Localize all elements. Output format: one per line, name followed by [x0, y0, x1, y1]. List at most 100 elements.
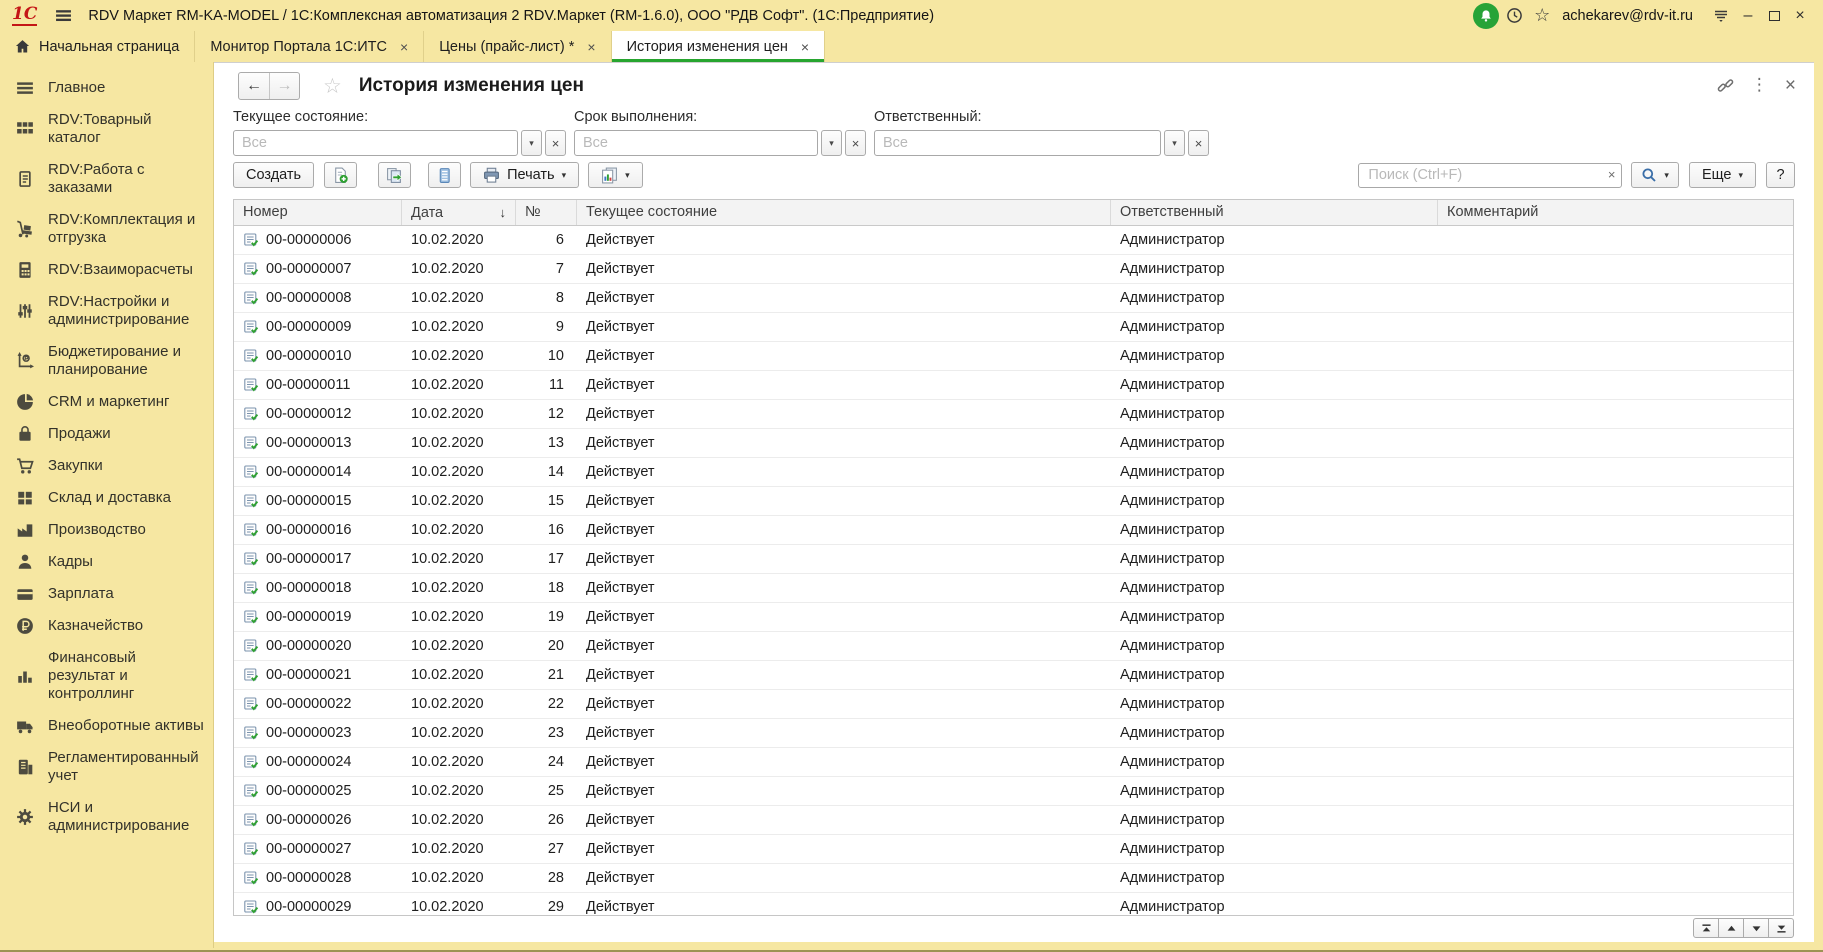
current-state-input[interactable]	[233, 130, 518, 156]
print-button[interactable]: Печать ▾	[470, 162, 579, 188]
table-row[interactable]: 00-00000020 10.02.2020 20 Действует Адми…	[234, 632, 1793, 661]
table-row[interactable]: 00-00000016 10.02.2020 16 Действует Адми…	[234, 516, 1793, 545]
document-check-icon	[243, 580, 259, 596]
table-row[interactable]: 00-00000009 10.02.2020 9 Действует Админ…	[234, 313, 1793, 342]
table-row[interactable]: 00-00000018 10.02.2020 18 Действует Адми…	[234, 574, 1793, 603]
tab-price-history[interactable]: История изменения цен ×	[612, 31, 826, 62]
sidebar-item[interactable]: Регламентированный учет	[0, 742, 213, 792]
table-row[interactable]: 00-00000015 10.02.2020 15 Действует Адми…	[234, 487, 1793, 516]
row-responsible: Администратор	[1111, 580, 1438, 596]
caret-down-icon: ▾	[1738, 170, 1743, 181]
table-row[interactable]: 00-00000008 10.02.2020 8 Действует Админ…	[234, 284, 1793, 313]
tab-prices[interactable]: Цены (прайс-лист) * ×	[424, 31, 611, 62]
more-menu-icon[interactable]: ⋮	[1751, 75, 1768, 95]
sidebar-item[interactable]: RDV:Комплектация и отгрузка	[0, 204, 213, 254]
scroll-to-top-button[interactable]	[1693, 918, 1719, 938]
back-button[interactable]: ←	[239, 73, 269, 99]
column-header-responsible[interactable]: Ответственный	[1111, 200, 1438, 225]
sidebar-item[interactable]: Продажи	[0, 418, 213, 450]
table-row[interactable]: 00-00000011 10.02.2020 11 Действует Адми…	[234, 371, 1793, 400]
sidebar-item[interactable]: RDV:Настройки и администрирование	[0, 286, 213, 336]
minimize-button[interactable]: –	[1735, 3, 1761, 29]
create-button[interactable]: Создать	[233, 162, 314, 188]
list-settings-button[interactable]	[428, 162, 461, 188]
sidebar-item[interactable]: Внеоборотные активы	[0, 710, 213, 742]
table-row[interactable]: 00-00000021 10.02.2020 21 Действует Адми…	[234, 661, 1793, 690]
forward-button[interactable]: →	[269, 73, 299, 99]
table-row[interactable]: 00-00000023 10.02.2020 23 Действует Адми…	[234, 719, 1793, 748]
reports-button[interactable]: ▾	[588, 162, 643, 188]
scroll-down-button[interactable]	[1743, 918, 1769, 938]
table-row[interactable]: 00-00000025 10.02.2020 25 Действует Адми…	[234, 777, 1793, 806]
clear-button[interactable]: ×	[545, 130, 566, 156]
table-row[interactable]: 00-00000010 10.02.2020 10 Действует Адми…	[234, 342, 1793, 371]
column-header-state[interactable]: Текущее состояние	[577, 200, 1111, 225]
sidebar-item[interactable]: Закупки	[0, 450, 213, 482]
sidebar-item[interactable]: Казначейство	[0, 610, 213, 642]
responsible-input[interactable]	[874, 130, 1161, 156]
sidebar-item[interactable]: CRM и маркетинг	[0, 386, 213, 418]
copy-button[interactable]	[378, 162, 411, 188]
get-link-icon[interactable]	[1717, 77, 1734, 94]
bar-chart-icon	[16, 667, 34, 685]
clear-button[interactable]: ×	[1188, 130, 1209, 156]
person-icon	[16, 553, 34, 571]
close-window-button[interactable]: ×	[1787, 3, 1813, 29]
favorites-button[interactable]: ☆	[1528, 2, 1556, 30]
user-email[interactable]: achekarev@rdv-it.ru	[1562, 8, 1693, 24]
main-menu-button[interactable]	[55, 7, 72, 24]
sidebar-item[interactable]: Склад и доставка	[0, 482, 213, 514]
dropdown-button[interactable]: ▾	[1164, 130, 1185, 156]
table-row[interactable]: 00-00000007 10.02.2020 7 Действует Админ…	[234, 255, 1793, 284]
table-row[interactable]: 00-00000028 10.02.2020 28 Действует Адми…	[234, 864, 1793, 893]
table-row[interactable]: 00-00000022 10.02.2020 22 Действует Адми…	[234, 690, 1793, 719]
table-row[interactable]: 00-00000012 10.02.2020 12 Действует Адми…	[234, 400, 1793, 429]
sidebar-item[interactable]: Бюджетирование и планирование	[0, 336, 213, 386]
tab-home[interactable]: Начальная страница	[0, 31, 195, 62]
search-input[interactable]	[1358, 163, 1622, 188]
dropdown-button[interactable]: ▾	[521, 130, 542, 156]
sidebar-item[interactable]: НСИ и администрирование	[0, 792, 213, 842]
sidebar-item[interactable]: Финансовый результат и контроллинг	[0, 642, 213, 710]
table-row[interactable]: 00-00000006 10.02.2020 6 Действует Админ…	[234, 226, 1793, 255]
tab-close-icon[interactable]: ×	[801, 39, 809, 55]
sidebar-item[interactable]: RDV:Товарный каталог	[0, 104, 213, 154]
table-row[interactable]: 00-00000017 10.02.2020 17 Действует Адми…	[234, 545, 1793, 574]
column-header-date[interactable]: Дата ↓	[402, 200, 516, 225]
tab-its-monitor[interactable]: Монитор Портала 1С:ИТС ×	[195, 31, 424, 62]
notifications-button[interactable]	[1472, 2, 1500, 30]
table-row[interactable]: 00-00000029 10.02.2020 29 Действует Адми…	[234, 893, 1793, 916]
scroll-to-bottom-button[interactable]	[1768, 918, 1794, 938]
more-actions-button[interactable]: Еще ▾	[1689, 162, 1756, 188]
maximize-button[interactable]	[1761, 3, 1787, 29]
sidebar-item[interactable]: Производство	[0, 514, 213, 546]
scroll-up-button[interactable]	[1718, 918, 1744, 938]
clear-button[interactable]: ×	[845, 130, 866, 156]
service-menu-button[interactable]	[1707, 2, 1735, 30]
table-row[interactable]: 00-00000027 10.02.2020 27 Действует Адми…	[234, 835, 1793, 864]
column-header-number[interactable]: Номер	[234, 200, 402, 225]
dropdown-button[interactable]: ▾	[821, 130, 842, 156]
search-button[interactable]: ▾	[1631, 162, 1679, 188]
tab-close-icon[interactable]: ×	[400, 39, 408, 55]
add-to-favorites-star[interactable]: ☆	[323, 74, 342, 99]
sidebar-item[interactable]: RDV:Взаиморасчеты	[0, 254, 213, 286]
clear-search-icon[interactable]: ×	[1608, 167, 1616, 182]
column-header-comment[interactable]: Комментарий	[1438, 200, 1793, 225]
help-button[interactable]: ?	[1766, 162, 1795, 188]
close-form-icon[interactable]: ×	[1785, 76, 1796, 95]
sidebar-item[interactable]: Главное	[0, 72, 213, 104]
table-row[interactable]: 00-00000026 10.02.2020 26 Действует Адми…	[234, 806, 1793, 835]
column-header-n[interactable]: №	[516, 200, 577, 225]
create-new-document-button[interactable]	[324, 162, 357, 188]
tab-close-icon[interactable]: ×	[587, 39, 595, 55]
due-date-input[interactable]	[574, 130, 818, 156]
table-row[interactable]: 00-00000013 10.02.2020 13 Действует Адми…	[234, 429, 1793, 458]
table-row[interactable]: 00-00000024 10.02.2020 24 Действует Адми…	[234, 748, 1793, 777]
sidebar-item[interactable]: RDV:Работа с заказами	[0, 154, 213, 204]
table-row[interactable]: 00-00000019 10.02.2020 19 Действует Адми…	[234, 603, 1793, 632]
sidebar-item[interactable]: Кадры	[0, 546, 213, 578]
table-row[interactable]: 00-00000014 10.02.2020 14 Действует Адми…	[234, 458, 1793, 487]
history-button[interactable]	[1500, 2, 1528, 30]
sidebar-item[interactable]: Зарплата	[0, 578, 213, 610]
